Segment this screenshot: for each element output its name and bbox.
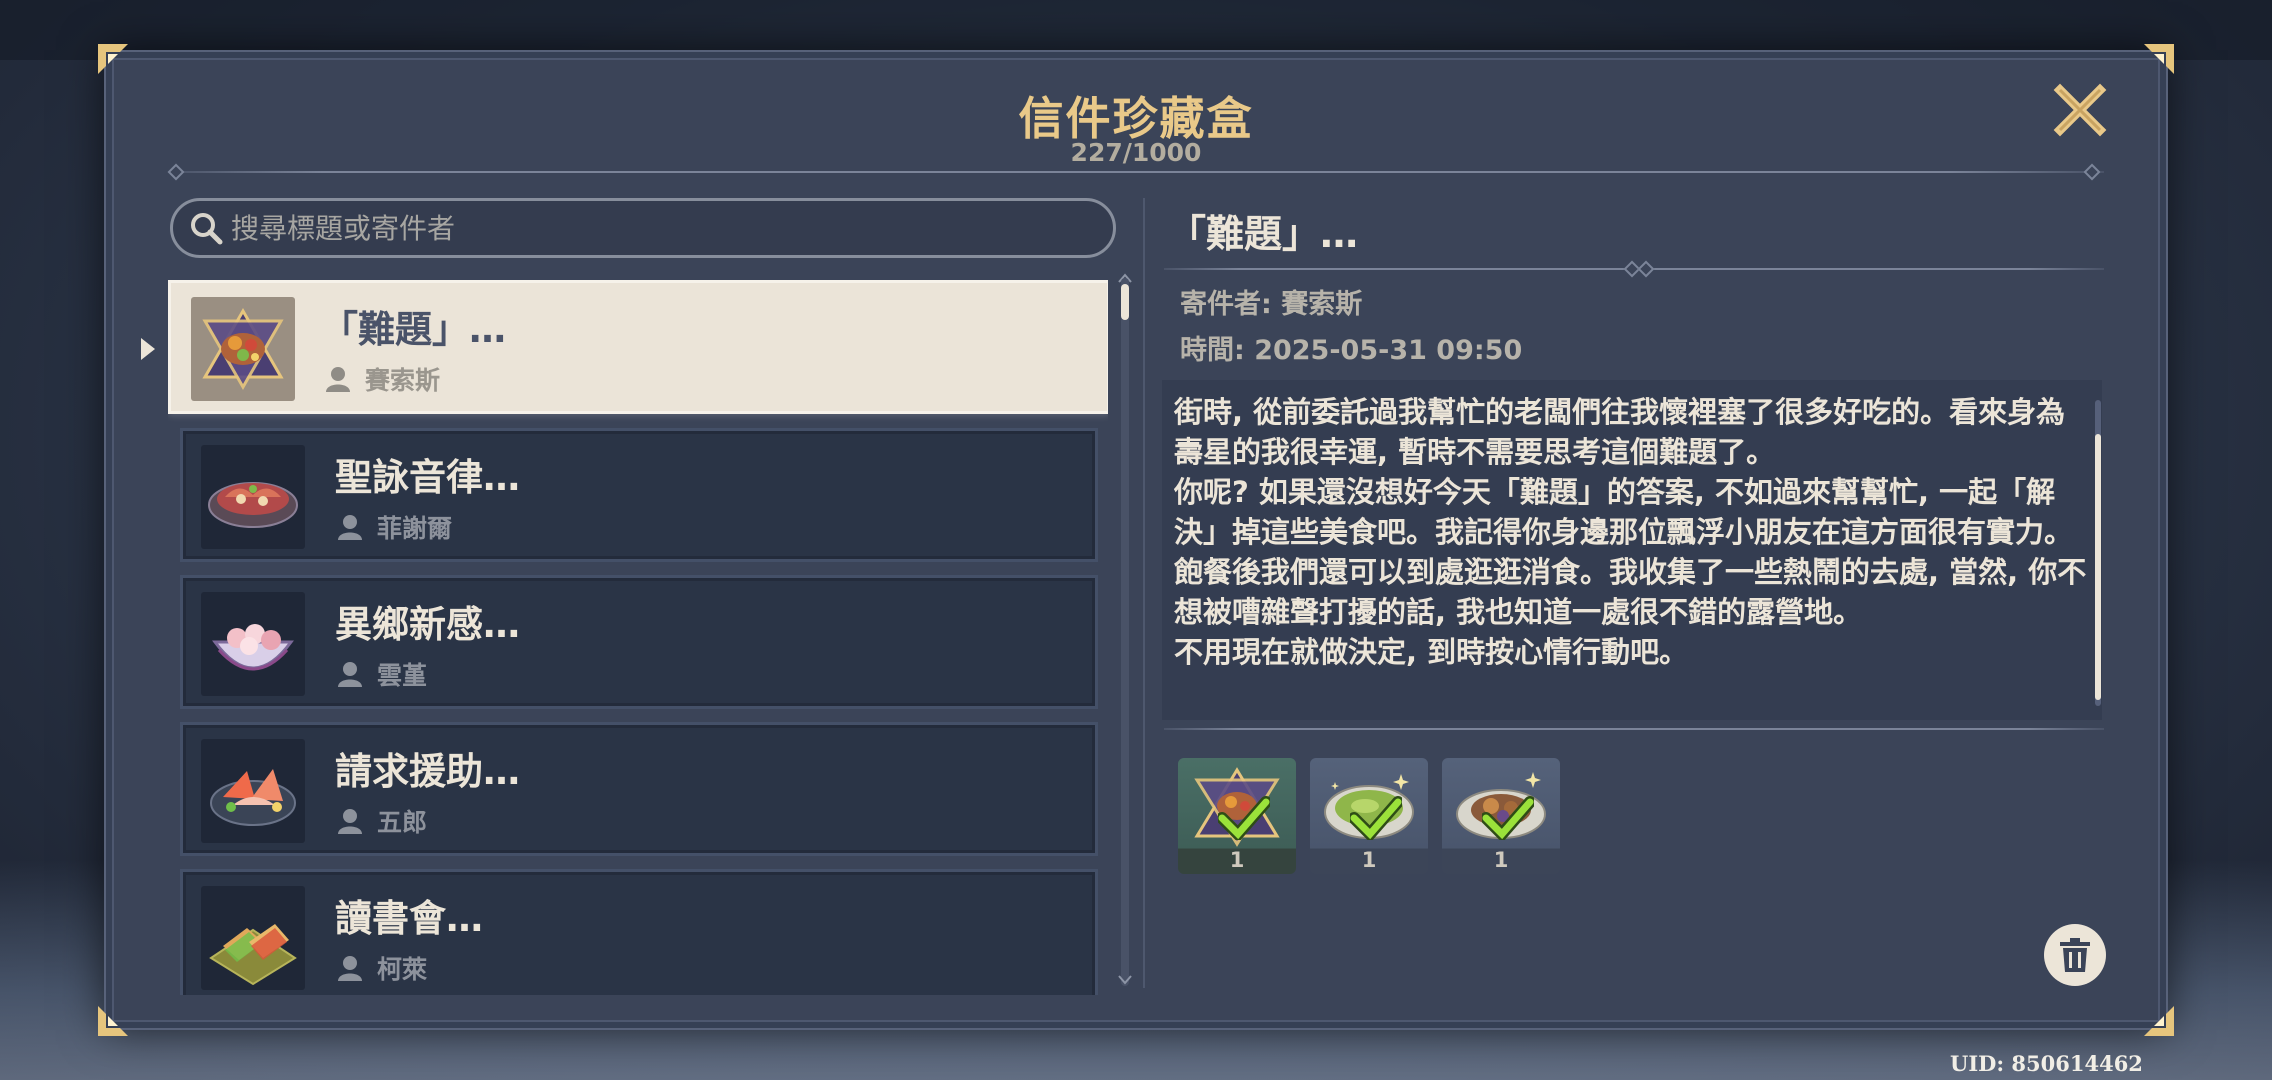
corner-ornament-icon bbox=[94, 998, 136, 1040]
attachment-item[interactable]: 1 bbox=[1310, 758, 1428, 874]
column-divider bbox=[1143, 198, 1145, 988]
search-icon bbox=[191, 213, 223, 245]
attachment-quantity: 1 bbox=[1361, 848, 1377, 872]
search-input[interactable] bbox=[231, 211, 1081, 245]
letter-sender: 柯萊 bbox=[377, 955, 428, 984]
trash-icon bbox=[2060, 938, 2090, 972]
letter-subject: 請求援助… bbox=[335, 750, 520, 793]
letter-count: 227/1000 bbox=[1070, 138, 1202, 167]
attachment-quantity: 1 bbox=[1493, 848, 1509, 872]
scroll-down-icon[interactable] bbox=[1117, 974, 1133, 986]
delete-button[interactable] bbox=[2044, 924, 2106, 986]
festive-dish-icon bbox=[191, 297, 295, 401]
letter-sender: 菲謝爾 bbox=[377, 514, 453, 543]
person-icon bbox=[338, 809, 362, 834]
letter-subject: 聖詠音律… bbox=[335, 456, 520, 499]
claimed-check-icon bbox=[1482, 796, 1534, 840]
attachment-quantity: 1 bbox=[1229, 848, 1245, 872]
letter-body-text: 街時, 從前委託過我幫忙的老闆們往我懷裡塞了很多好吃的。看來身為壽星的我很幸運,… bbox=[1174, 395, 2087, 669]
letter-subject: 「難題」… bbox=[321, 308, 506, 351]
person-icon bbox=[326, 367, 350, 392]
letter-body-scrollbar[interactable] bbox=[2095, 400, 2101, 706]
sashimi-platter-icon bbox=[201, 739, 305, 843]
player-uid: UID: 850614462 bbox=[1950, 1051, 2143, 1076]
claimed-check-icon bbox=[1218, 796, 1270, 840]
sandwich-plate-icon bbox=[201, 886, 305, 990]
scrollbar-thumb[interactable] bbox=[2095, 434, 2101, 700]
letter-sender: 雲堇 bbox=[377, 661, 428, 690]
attachment-list: 1 1 1 bbox=[1178, 758, 1560, 874]
letter-list-item[interactable]: 請求援助… 五郎 bbox=[180, 722, 1098, 856]
person-icon bbox=[338, 662, 362, 687]
letter-list-scrollbar[interactable] bbox=[1121, 278, 1129, 986]
letter-sender-line: 寄件者: 賽索斯 bbox=[1180, 289, 1363, 320]
body-bottom-divider bbox=[1164, 728, 2104, 730]
person-icon bbox=[338, 956, 362, 981]
close-button[interactable] bbox=[2050, 80, 2110, 140]
letter-detail-title: 「難題」… bbox=[1168, 212, 1359, 256]
letter-time-line: 時間: 2025-05-31 09:50 bbox=[1180, 335, 1523, 366]
header-divider bbox=[168, 171, 2104, 173]
close-icon bbox=[2053, 83, 2107, 137]
letter-subject: 異鄉新感… bbox=[335, 603, 520, 646]
letter-list-item[interactable]: 「難題」… 賽索斯 bbox=[168, 280, 1108, 414]
corner-ornament-icon bbox=[2136, 40, 2178, 82]
letter-list-item[interactable]: 異鄉新感… 雲堇 bbox=[180, 575, 1098, 709]
corner-ornament-icon bbox=[2136, 998, 2178, 1040]
scrollbar-thumb[interactable] bbox=[1121, 284, 1129, 320]
corner-ornament-icon bbox=[94, 40, 136, 82]
roast-platter-icon bbox=[201, 445, 305, 549]
letter-subject: 讀書會… bbox=[335, 897, 483, 940]
rice-balls-bowl-icon bbox=[201, 592, 305, 696]
letter-sender: 五郎 bbox=[377, 808, 428, 837]
letter-list-item[interactable]: 聖詠音律… 菲謝爾 bbox=[180, 428, 1098, 562]
selection-arrow-icon bbox=[141, 338, 155, 360]
person-icon bbox=[338, 515, 362, 540]
claimed-check-icon bbox=[1350, 796, 1402, 840]
attachment-item[interactable]: 1 bbox=[1442, 758, 1560, 874]
letter-sender: 賽索斯 bbox=[365, 366, 441, 395]
attachment-item[interactable]: 1 bbox=[1178, 758, 1296, 874]
search-bar[interactable] bbox=[170, 198, 1116, 258]
letter-list-item[interactable]: 讀書會… 柯萊 bbox=[180, 869, 1098, 995]
letter-list: 「難題」… 賽索斯 聖詠音律… 菲謝爾 異鄉新感… 雲堇 請求援助… 五郎 讀書… bbox=[168, 280, 1108, 995]
